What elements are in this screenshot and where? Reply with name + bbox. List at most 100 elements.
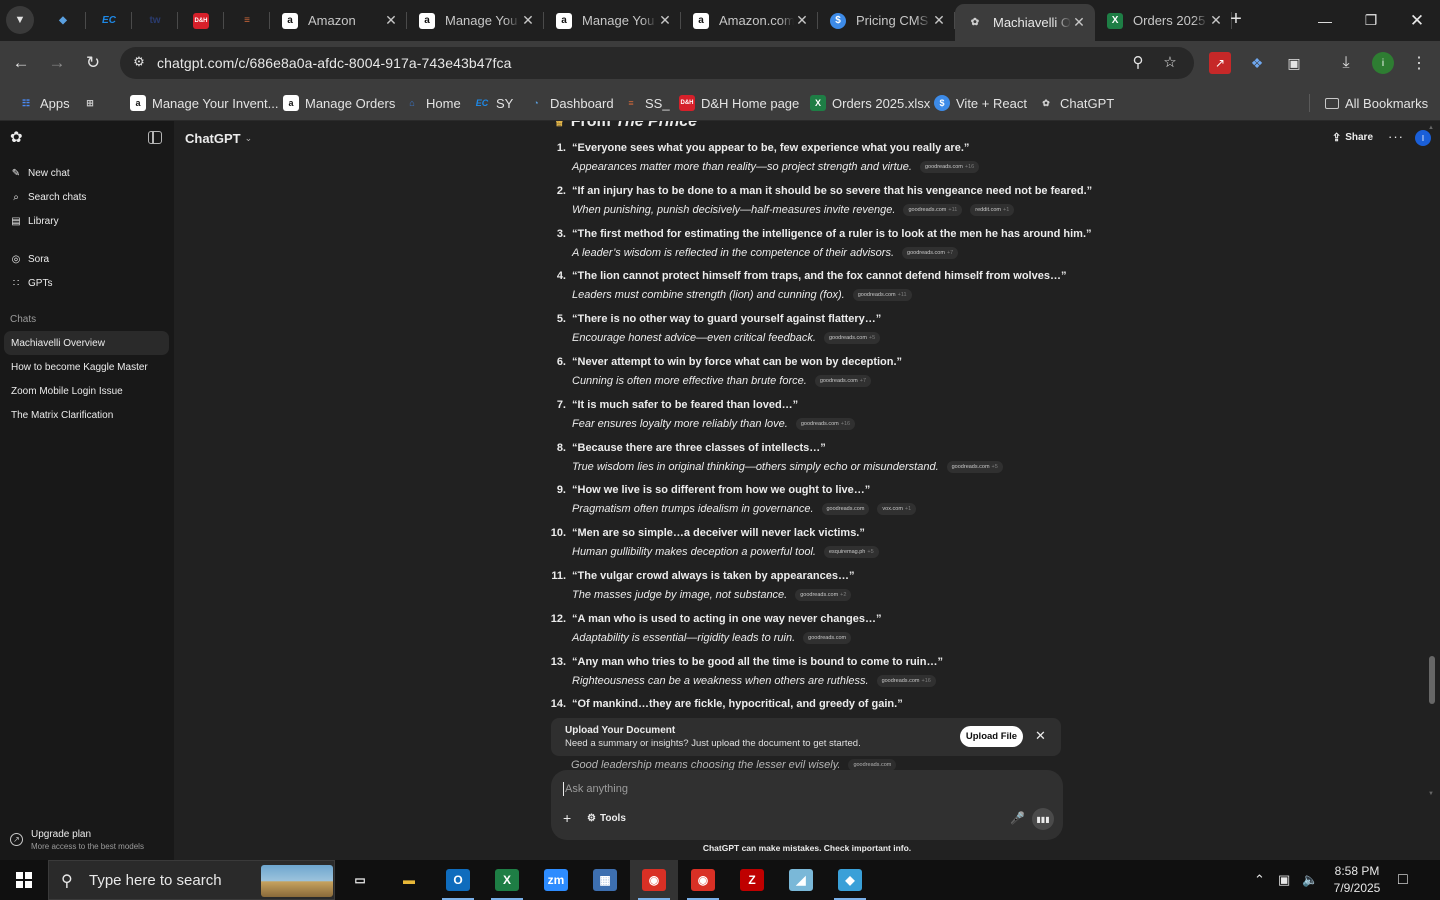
back-arrow-icon[interactable]: ← xyxy=(8,50,34,76)
network-icon[interactable]: ▣ xyxy=(1278,860,1290,900)
close-icon[interactable]: ✕ xyxy=(1035,728,1046,744)
browser-tab[interactable]: D&H xyxy=(178,0,224,41)
tab-close-icon[interactable]: ✕ xyxy=(520,12,536,29)
sidebar-item-search-chats[interactable]: ⌕ Search chats xyxy=(10,188,86,206)
tools-button[interactable]: ⚙ Tools xyxy=(587,813,626,824)
tab-search-chevron-icon[interactable]: ▼ xyxy=(6,6,34,34)
browser-tab[interactable]: tw xyxy=(132,0,178,41)
restore-button[interactable]: ❐ xyxy=(1348,0,1394,41)
show-hidden-icons[interactable]: ⌃ xyxy=(1254,860,1265,900)
source-pill[interactable]: reddit.com +1 xyxy=(970,203,1015,216)
sidebar-item-new-chat[interactable]: ✎ New chat xyxy=(10,164,70,182)
source-pill[interactable]: goodreads.com +16 xyxy=(919,161,980,173)
chat-history-item[interactable]: Zoom Mobile Login Issue xyxy=(4,379,169,403)
taskbar-chrome-2-icon[interactable]: ◉ xyxy=(679,860,727,900)
bookmark-item[interactable]: ⊞ xyxy=(82,92,104,114)
sidebar-toggle-icon[interactable] xyxy=(148,131,162,144)
source-pill[interactable]: goodreads.com +7 xyxy=(902,246,959,259)
upload-file-button[interactable]: Upload File xyxy=(960,726,1023,747)
scrollbar-thumb[interactable] xyxy=(1429,656,1435,704)
browser-tab[interactable]: a Amazon ✕ xyxy=(270,0,407,41)
extension-blue-icon[interactable]: ❖ xyxy=(1246,52,1268,74)
taskbar-app-diamond-icon[interactable]: ◆ xyxy=(826,860,874,900)
tab-close-icon[interactable]: ✕ xyxy=(794,12,810,29)
tab-close-icon[interactable]: ✕ xyxy=(657,12,673,29)
message-composer[interactable]: Ask anything + ⚙ Tools 🎤 ▮▮▮ xyxy=(551,770,1063,840)
source-pill[interactable]: goodreads.com +5 xyxy=(823,332,881,345)
composer-input[interactable]: Ask anything xyxy=(565,783,628,795)
browser-tab[interactable]: ✿ Machiavelli O ✕ xyxy=(955,4,1096,41)
chat-history-item[interactable]: How to become Kaggle Master xyxy=(4,355,169,379)
source-pill[interactable]: goodreads.com xyxy=(821,503,870,516)
browser-tab[interactable]: X Orders 2025 ✕ xyxy=(1095,0,1233,41)
reload-icon[interactable]: ↻ xyxy=(80,50,106,76)
sidebar-item-library[interactable]: ▤ Library xyxy=(10,212,58,230)
browser-tab[interactable]: $ Pricing CMS ✕ xyxy=(818,0,955,41)
taskbar-search[interactable]: ⚲ Type here to search xyxy=(48,860,335,900)
bookmark-item[interactable]: ✿ ChatGPT xyxy=(1038,92,1114,114)
taskbar-filezilla-icon[interactable]: Z xyxy=(728,860,776,900)
sidebar-item-sora[interactable]: ◎ Sora xyxy=(10,250,50,268)
taskbar-task-view-icon[interactable]: ▭ xyxy=(336,860,384,900)
bookmark-item[interactable]: X Orders 2025.xlsx xyxy=(810,92,930,114)
browser-tab[interactable]: EC xyxy=(86,0,132,41)
minimize-button[interactable]: — xyxy=(1302,0,1348,41)
bookmark-item[interactable]: EC SY xyxy=(474,92,514,114)
extensions-puzzle-icon[interactable]: ▣ xyxy=(1283,52,1305,74)
taskbar-excel-icon[interactable]: X xyxy=(483,860,531,900)
share-button[interactable]: ⇪ Share xyxy=(1332,131,1373,144)
bookmark-item[interactable]: ☷ Apps xyxy=(18,92,70,114)
browser-tab[interactable]: ◆ xyxy=(40,0,86,41)
tab-close-icon[interactable]: ✕ xyxy=(931,12,947,29)
clock[interactable]: 8:58 PM 7/9/2025 xyxy=(1326,863,1388,897)
source-pill[interactable]: vox.com +1 xyxy=(877,503,917,516)
url-text[interactable]: chatgpt.com/c/686e8a0a-afdc-8004-917a-74… xyxy=(157,55,511,71)
download-icon[interactable]: ⤓ xyxy=(1335,52,1357,74)
avatar[interactable]: I xyxy=(1415,130,1431,146)
bookmark-item[interactable]: ≡ SS_ xyxy=(623,92,669,114)
source-pill[interactable]: goodreads.com +7 xyxy=(814,375,872,387)
site-info-icon[interactable]: ⚙ xyxy=(130,54,148,72)
microphone-icon[interactable]: 🎤 xyxy=(1010,811,1025,825)
tab-close-icon[interactable]: ✕ xyxy=(1208,12,1224,29)
taskbar-outlook-icon[interactable]: O xyxy=(434,860,482,900)
new-tab-button[interactable]: + xyxy=(1224,8,1248,32)
taskbar-zoom-icon[interactable]: zm xyxy=(532,860,580,900)
volume-icon[interactable]: 🔈 xyxy=(1302,860,1318,900)
bookmark-item[interactable]: a Manage Orders xyxy=(283,92,395,114)
bookmark-item[interactable]: $ Vite + React xyxy=(934,92,1027,114)
bookmark-item[interactable]: ⌂ Home xyxy=(404,92,460,114)
source-pill[interactable]: goodreads.com +11 xyxy=(852,289,912,302)
chatgpt-logo-icon[interactable]: ✿ xyxy=(10,130,26,146)
taskbar-calculator-icon[interactable]: ▦ xyxy=(581,860,629,900)
source-pill[interactable]: esquiremag.ph +5 xyxy=(823,546,879,559)
browser-tab[interactable]: a Manage You ✕ xyxy=(544,0,681,41)
browser-tab[interactable]: ≡ xyxy=(224,0,270,41)
scroll-down-icon[interactable]: ▼ xyxy=(1428,791,1434,797)
chat-history-item[interactable]: Machiavelli Overview xyxy=(4,331,169,355)
browser-tab[interactable]: a Amazon.com ✕ xyxy=(681,0,818,41)
bookmark-item[interactable]: D&H D&H Home page xyxy=(679,92,799,114)
taskbar-file-explorer-icon[interactable]: ▬ xyxy=(385,860,433,900)
browser-tab[interactable]: a Manage You ✕ xyxy=(407,0,544,41)
bookmark-item[interactable]: a Manage Your Invent... xyxy=(130,92,278,114)
source-pill[interactable]: goodreads.com +16 xyxy=(876,674,936,687)
forward-arrow-icon[interactable]: → xyxy=(44,50,70,76)
chrome-menu-icon[interactable]: ⋮ xyxy=(1408,52,1430,74)
taskbar-notepad-icon[interactable]: ◢ xyxy=(777,860,825,900)
source-pill[interactable]: goodreads.com +5 xyxy=(946,460,1003,473)
close-window-button[interactable]: ✕ xyxy=(1394,0,1440,41)
zoom-icon[interactable]: ⚲ xyxy=(1128,53,1148,73)
voice-mode-icon[interactable]: ▮▮▮ xyxy=(1032,808,1054,830)
start-button[interactable] xyxy=(0,860,48,900)
more-options-icon[interactable]: ··· xyxy=(1388,129,1404,144)
taskbar-chrome-icon[interactable]: ◉ xyxy=(630,860,678,900)
source-pill[interactable]: goodreads.com xyxy=(803,631,852,644)
bookmark-item[interactable]: ◔ Dashboard xyxy=(528,92,613,114)
model-selector[interactable]: ChatGPT ⌄ xyxy=(185,131,252,146)
sidebar-item-gpts[interactable]: ∷ GPTs xyxy=(10,274,53,292)
scroll-up-icon[interactable]: ▲ xyxy=(1428,125,1434,131)
bookmark-star-icon[interactable]: ☆ xyxy=(1160,53,1180,73)
tab-close-icon[interactable]: ✕ xyxy=(1071,14,1087,31)
attach-plus-icon[interactable]: + xyxy=(563,810,571,826)
